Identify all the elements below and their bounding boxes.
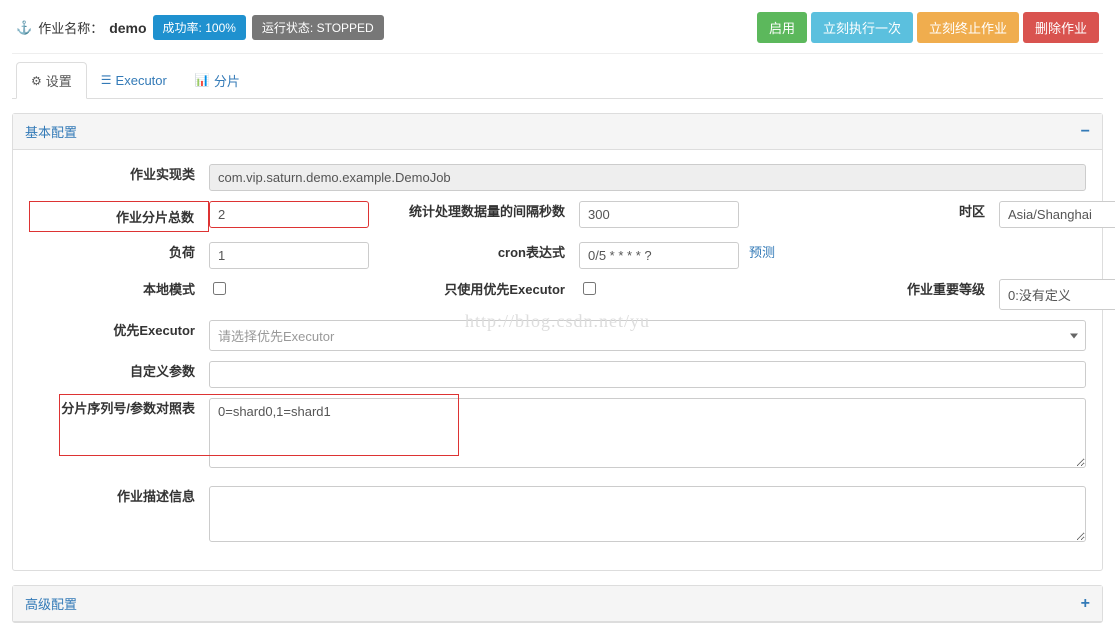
job-name: demo — [109, 20, 146, 36]
success-rate-badge: 成功率: 100% — [153, 15, 246, 40]
importance-select[interactable]: 0:没有定义 — [999, 279, 1115, 310]
stat-interval-label: 统计处理数据量的间隔秒数 — [409, 201, 579, 220]
tabs-bar: ⚙ 设置 ☰ Executor 📊 分片 — [12, 54, 1103, 99]
shard-param-textarea[interactable] — [209, 398, 1086, 468]
tab-sharding-label: 分片 — [214, 71, 240, 90]
load-input[interactable] — [209, 242, 369, 269]
advanced-config-panel: 高级配置 + — [12, 585, 1103, 623]
local-mode-label: 本地模式 — [29, 279, 209, 298]
predict-link[interactable]: 预测 — [749, 242, 775, 261]
tab-sharding[interactable]: 📊 分片 — [181, 62, 254, 98]
collapse-icon[interactable]: − — [1081, 123, 1090, 141]
exec-once-button[interactable]: 立刻执行一次 — [811, 12, 913, 43]
job-name-label: 作业名称： — [38, 18, 103, 37]
run-state-badge: 运行状态: STOPPED — [252, 15, 384, 40]
shard-total-input[interactable] — [209, 201, 369, 228]
timezone-select[interactable]: Asia/Shanghai — [999, 201, 1115, 228]
shard-param-label: 分片序列号/参数对照表 — [29, 398, 209, 418]
gear-icon: ⚙ — [31, 74, 42, 88]
enable-button[interactable]: 启用 — [757, 12, 807, 43]
expand-icon[interactable]: + — [1081, 595, 1090, 613]
importance-value: 0:没有定义 — [999, 279, 1115, 310]
prefer-only-label: 只使用优先Executor — [409, 279, 579, 298]
list-icon: ☰ — [101, 73, 112, 87]
timezone-value: Asia/Shanghai — [999, 201, 1115, 228]
header-bar: ⚓ 作业名称： demo 成功率: 100% 运行状态: STOPPED 启用 … — [12, 6, 1103, 54]
basic-config-heading[interactable]: 基本配置 − — [13, 114, 1102, 150]
tab-executor-label: Executor — [116, 73, 167, 88]
tab-executor[interactable]: ☰ Executor — [87, 62, 181, 98]
timezone-label: 时区 — [849, 201, 999, 220]
advanced-config-heading[interactable]: 高级配置 + — [13, 586, 1102, 622]
cron-label: cron表达式 — [409, 242, 579, 261]
basic-config-panel: 基本配置 − 作业实现类 作业分片总数 统计处理数据量的间隔秒数 时区 Asia — [12, 113, 1103, 571]
prefer-only-checkbox[interactable] — [583, 282, 596, 295]
prefer-exec-placeholder: 请选择优先Executor — [209, 320, 1086, 351]
prefer-exec-label: 优先Executor — [29, 320, 209, 339]
custom-param-input[interactable] — [209, 361, 1086, 388]
prefer-exec-select[interactable]: 请选择优先Executor — [209, 320, 1086, 351]
load-label: 负荷 — [29, 242, 209, 261]
anchor-icon: ⚓ — [16, 20, 32, 36]
basic-config-title: 基本配置 — [25, 122, 77, 141]
shard-total-label: 作业分片总数 — [29, 201, 209, 232]
desc-textarea[interactable] — [209, 486, 1086, 542]
delete-button[interactable]: 删除作业 — [1023, 12, 1099, 43]
terminate-button[interactable]: 立刻终止作业 — [917, 12, 1019, 43]
importance-label: 作业重要等级 — [849, 279, 999, 299]
cron-input[interactable] — [579, 242, 739, 269]
impl-class-input — [209, 164, 1086, 191]
tab-settings-label: 设置 — [46, 71, 72, 90]
tab-settings[interactable]: ⚙ 设置 — [16, 62, 87, 99]
bar-chart-icon: 📊 — [195, 73, 210, 87]
impl-class-label: 作业实现类 — [29, 164, 209, 183]
custom-param-label: 自定义参数 — [29, 361, 209, 380]
desc-label: 作业描述信息 — [29, 486, 209, 506]
stat-interval-input[interactable] — [579, 201, 739, 228]
advanced-config-title: 高级配置 — [25, 594, 77, 613]
local-mode-checkbox[interactable] — [213, 282, 226, 295]
